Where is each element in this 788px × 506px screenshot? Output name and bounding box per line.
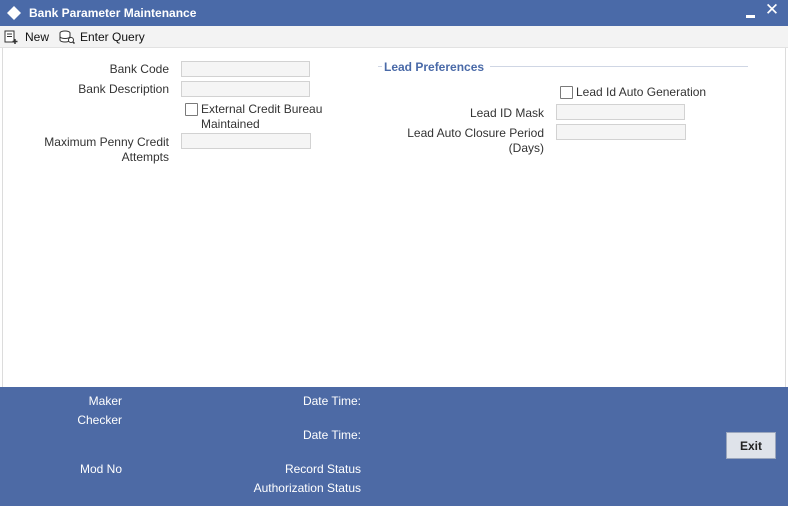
lead-auto-closure-label-2: (Days) [508, 141, 544, 155]
lead-id-auto-generation-checkbox[interactable] [560, 86, 573, 99]
external-credit-bureau-checkbox[interactable] [185, 103, 198, 116]
external-credit-bureau-label-1: External Credit Bureau [201, 102, 323, 116]
checker-label: Checker [77, 413, 122, 427]
bank-code-label: Bank Code [109, 62, 169, 76]
max-penny-credit-label-2: Attempts [121, 150, 169, 164]
max-penny-credit-label-1: Maximum Penny Credit [44, 135, 169, 149]
external-credit-bureau-label-2: Maintained [201, 117, 260, 131]
maker-label: Maker [88, 394, 122, 408]
bank-description-label: Bank Description [78, 82, 169, 96]
lead-auto-closure-field[interactable] [556, 124, 686, 140]
enter-query-label: Enter Query [80, 30, 145, 44]
query-icon [59, 30, 75, 44]
lead-preferences-title: Lead Preferences [384, 60, 485, 74]
record-status-label: Record Status [284, 462, 361, 476]
enter-query-button[interactable]: Enter Query [59, 28, 145, 46]
bank-description-field[interactable] [181, 81, 310, 97]
window-title: Bank Parameter Maintenance [29, 6, 197, 20]
lead-id-mask-label: Lead ID Mask [469, 106, 544, 120]
max-penny-credit-field[interactable] [181, 133, 311, 149]
section-divider-right [490, 66, 748, 67]
date-time-label-1: Date Time: [302, 394, 361, 408]
new-record-icon [4, 30, 18, 44]
mod-no-label: Mod No [79, 462, 122, 476]
close-icon[interactable]: ✕ [763, 1, 781, 21]
section-divider-left [378, 66, 382, 67]
exit-button[interactable]: Exit [726, 432, 776, 459]
bank-code-field[interactable] [181, 61, 310, 77]
date-time-label-2: Date Time: [302, 428, 361, 442]
diamond-icon [7, 6, 21, 20]
title-bar: Bank Parameter Maintenance ✕ [0, 0, 788, 26]
minimize-icon[interactable] [743, 3, 759, 21]
lead-id-mask-field[interactable] [556, 104, 685, 120]
new-button-label: New [25, 30, 50, 44]
toolbar: New Enter Query [0, 26, 788, 48]
lead-id-auto-generation-label: Lead Id Auto Generation [576, 85, 707, 99]
new-button[interactable]: New [4, 28, 49, 46]
authorization-status-label: Authorization Status [253, 481, 361, 495]
lead-auto-closure-label-1: Lead Auto Closure Period [407, 126, 544, 140]
